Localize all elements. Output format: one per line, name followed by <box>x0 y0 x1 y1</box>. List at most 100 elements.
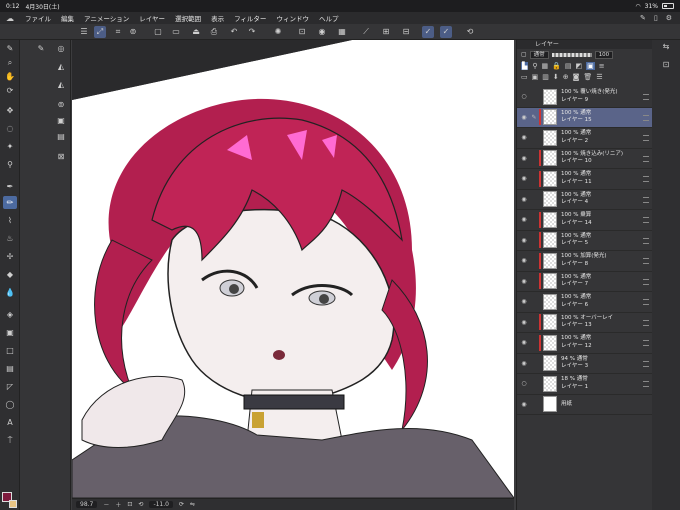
new-vector-layer-icon[interactable]: ▣ <box>532 73 539 81</box>
merge-icon[interactable]: ⊕ <box>563 73 569 81</box>
brush-preview-icon[interactable]: ✎ <box>34 42 48 55</box>
drag-handle-icon[interactable] <box>643 114 649 121</box>
opacity-field[interactable]: 100 <box>594 50 614 59</box>
drag-handle-icon[interactable] <box>643 278 649 285</box>
eyedropper-icon[interactable]: ⚲ <box>3 158 17 171</box>
smartphone-icon[interactable]: ▯ <box>654 14 658 22</box>
rotate-right-icon[interactable]: ⟳ <box>179 501 184 508</box>
layer-row[interactable]: ◉ 100 % 乗算 レイヤー 14 <box>517 210 653 231</box>
clear-icon[interactable]: ▦ <box>336 26 348 38</box>
menu-edit[interactable]: 編集 <box>56 13 79 23</box>
zoom-icon[interactable]: ⌕ <box>3 56 17 69</box>
brush-size-icon[interactable]: ◭ <box>54 60 68 73</box>
drag-handle-icon[interactable] <box>643 319 649 326</box>
eye-icon[interactable]: ◉ <box>519 360 529 367</box>
palette-color-icon[interactable]: ▣ <box>586 61 595 70</box>
layer-props-icon[interactable]: ▣ <box>54 114 68 127</box>
new-raster-layer-icon[interactable]: ▭ <box>521 73 528 81</box>
eye-icon[interactable]: ◉ <box>519 319 529 326</box>
more-icon[interactable]: ≡ <box>599 62 605 70</box>
export-icon[interactable]: ⎙ <box>208 26 220 38</box>
hamburger-menu-icon[interactable]: ☰ <box>78 26 90 38</box>
menu-filter[interactable]: フィルター <box>229 13 271 23</box>
layer-row[interactable]: ◉ 94 % 通常 レイヤー 3 <box>517 354 653 374</box>
eye-icon[interactable]: ◉ <box>519 114 529 121</box>
gear-icon[interactable]: ⚙ <box>666 14 672 22</box>
eye-icon[interactable]: ◉ <box>519 237 529 244</box>
drag-handle-icon[interactable] <box>643 155 649 162</box>
app-logo-icon[interactable]: ☁ <box>0 14 20 23</box>
layer-row[interactable]: ○ 18 % 通常 レイヤー 1 <box>517 374 653 395</box>
mask-add-icon[interactable]: ◙ <box>573 73 580 81</box>
lock-icon[interactable]: 🔒 <box>552 62 561 70</box>
fill-icon[interactable]: ◉ <box>316 26 328 38</box>
eye-icon[interactable]: ◉ <box>519 196 529 203</box>
layer-row[interactable]: ◉ 100 % 通常 レイヤー 4 <box>517 190 653 210</box>
zoom-field[interactable]: 98.7 <box>76 501 98 508</box>
drag-handle-icon[interactable] <box>643 360 649 367</box>
eye-icon[interactable]: ◉ <box>519 216 529 223</box>
canvas[interactable] <box>72 40 514 498</box>
fit-icon[interactable]: ⊡ <box>127 501 132 508</box>
transform-icon[interactable]: ⌗ <box>112 26 124 38</box>
blend-icon[interactable]: 💧 <box>3 286 17 299</box>
drag-handle-icon[interactable] <box>643 217 649 223</box>
decoration-icon[interactable]: ✢ <box>3 250 17 263</box>
deselect-icon[interactable]: ⊡ <box>296 26 308 38</box>
menu-window[interactable]: ウィンドウ <box>271 13 314 23</box>
frame-icon[interactable]: ▤ <box>3 362 17 375</box>
fill-bucket-icon[interactable]: ◈ <box>3 308 17 321</box>
layer-row[interactable]: ◉ 100 % 加算(発光) レイヤー 8 <box>517 251 653 272</box>
pencil-icon[interactable]: ✏ <box>3 196 17 209</box>
rotate-canvas-icon[interactable]: ⟲ <box>464 26 476 38</box>
grid-icon[interactable]: ⊟ <box>400 26 412 38</box>
drag-handle-icon[interactable] <box>643 381 649 387</box>
layer-row[interactable]: ◉ 100 % オーバーレイ レイヤー 13 <box>517 313 653 333</box>
mask-icon[interactable]: ◩ <box>576 62 583 70</box>
draft-layer-icon[interactable]: ▦ <box>542 62 549 70</box>
history-icon[interactable]: ⊠ <box>54 150 68 163</box>
menu-view[interactable]: 表示 <box>206 13 229 23</box>
layer-row[interactable]: ◉ 用紙 <box>517 395 653 415</box>
eye-hidden-icon[interactable]: ○ <box>519 93 529 100</box>
edit-pen-icon[interactable]: ✎ <box>529 114 539 121</box>
text-icon[interactable]: A <box>3 416 17 429</box>
menu-selection[interactable]: 選択範囲 <box>170 13 206 23</box>
menu-animation[interactable]: アニメーション <box>79 13 134 23</box>
panel-toggle-icon[interactable]: ⇆ <box>660 42 672 54</box>
gradient-icon[interactable]: ▣ <box>3 326 17 339</box>
layer-row[interactable]: ◉ 100 % 通常 レイヤー 2 <box>517 128 653 149</box>
angle-field[interactable]: -11.0 <box>149 501 173 508</box>
menu-help[interactable]: ヘルプ <box>314 13 344 23</box>
drag-handle-icon[interactable] <box>643 135 649 141</box>
menu-layer[interactable]: レイヤー <box>134 13 170 23</box>
save-icon[interactable]: ⏏ <box>190 26 202 38</box>
rotate-left-icon[interactable]: ⟲ <box>138 501 143 508</box>
view-icon[interactable]: ◎ <box>54 42 68 55</box>
drag-handle-icon[interactable] <box>643 94 649 100</box>
zoom-in-icon[interactable]: ＋ <box>115 500 121 509</box>
eye-hidden-icon[interactable]: ○ <box>519 380 529 387</box>
select-all-icon[interactable]: ✺ <box>272 26 284 38</box>
brush-icon[interactable]: ⌇ <box>3 214 17 227</box>
drag-handle-icon[interactable] <box>643 176 649 182</box>
sub-color-swatch[interactable] <box>9 500 17 508</box>
open-file-icon[interactable]: ▭ <box>170 26 182 38</box>
color-set-icon[interactable]: ▤ <box>54 130 68 143</box>
undo-icon[interactable]: ↶ <box>228 26 240 38</box>
flip-icon[interactable]: ⇋ <box>190 501 195 508</box>
clip-icon[interactable]: ▙ <box>521 61 529 70</box>
balloon-icon[interactable]: ◯ <box>3 398 17 411</box>
layer-row[interactable]: ◉ 100 % 通常 レイヤー 7 <box>517 272 653 292</box>
layer-row[interactable]: ◉ 100 % 通常 レイヤー 6 <box>517 292 653 313</box>
magic-wand-icon[interactable]: ✦ <box>3 140 17 153</box>
reference-layer-icon[interactable]: ⚲ <box>532 62 537 70</box>
snap-icon[interactable]: ⊞ <box>380 26 392 38</box>
figure-icon[interactable]: □ <box>3 344 17 357</box>
pen-settings-icon[interactable]: ✎ <box>640 14 646 22</box>
reference-icon[interactable]: ⊚ <box>127 26 139 38</box>
drag-handle-icon[interactable] <box>643 299 649 305</box>
blend-mode-select[interactable]: 通常 <box>529 50 549 59</box>
layer-menu-icon[interactable]: ☰ <box>596 73 602 81</box>
modify-tool-icon[interactable]: ⤢ <box>94 26 106 38</box>
